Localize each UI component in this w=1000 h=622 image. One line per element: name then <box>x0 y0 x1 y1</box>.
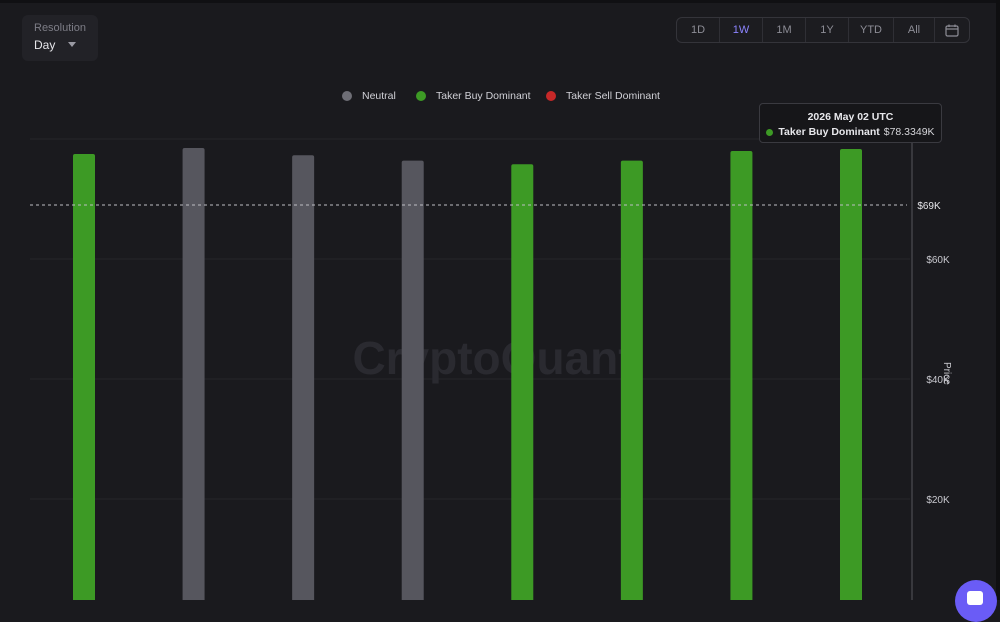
chart-bar[interactable] <box>292 155 315 600</box>
chart-tooltip: 2026 May 02 UTC Taker Buy Dominant $78.3… <box>759 103 942 143</box>
chart-bar[interactable] <box>511 164 534 600</box>
y-tick-label: $20K <box>926 495 950 506</box>
chart-bar[interactable] <box>730 151 753 600</box>
y-axis-title: Price <box>941 362 952 385</box>
right-edge <box>996 0 1000 600</box>
tooltip-date: 2026 May 02 UTC <box>807 111 894 123</box>
chart-bar[interactable] <box>401 160 424 600</box>
tooltip-series-dot <box>766 128 774 136</box>
tooltip-series-name: Taker Buy Dominant <box>778 126 880 138</box>
chat-icon <box>967 591 983 605</box>
y-tick-label: $60K <box>926 255 950 266</box>
chart-bar[interactable] <box>73 154 95 600</box>
chat-button[interactable] <box>955 580 997 622</box>
price-chart[interactable]: CryptoQuant $20K$40K$60K $69K <box>0 0 1000 600</box>
chart-bar[interactable] <box>840 148 862 600</box>
tooltip-value: $78.3349K <box>883 126 935 138</box>
chart-bar[interactable] <box>620 160 643 600</box>
watermark: CryptoQuant <box>352 332 633 384</box>
crosshair-label: $69K <box>917 201 941 212</box>
tooltip-row: Taker Buy Dominant $78.3349K <box>760 126 941 138</box>
chart-bar[interactable] <box>182 148 205 600</box>
